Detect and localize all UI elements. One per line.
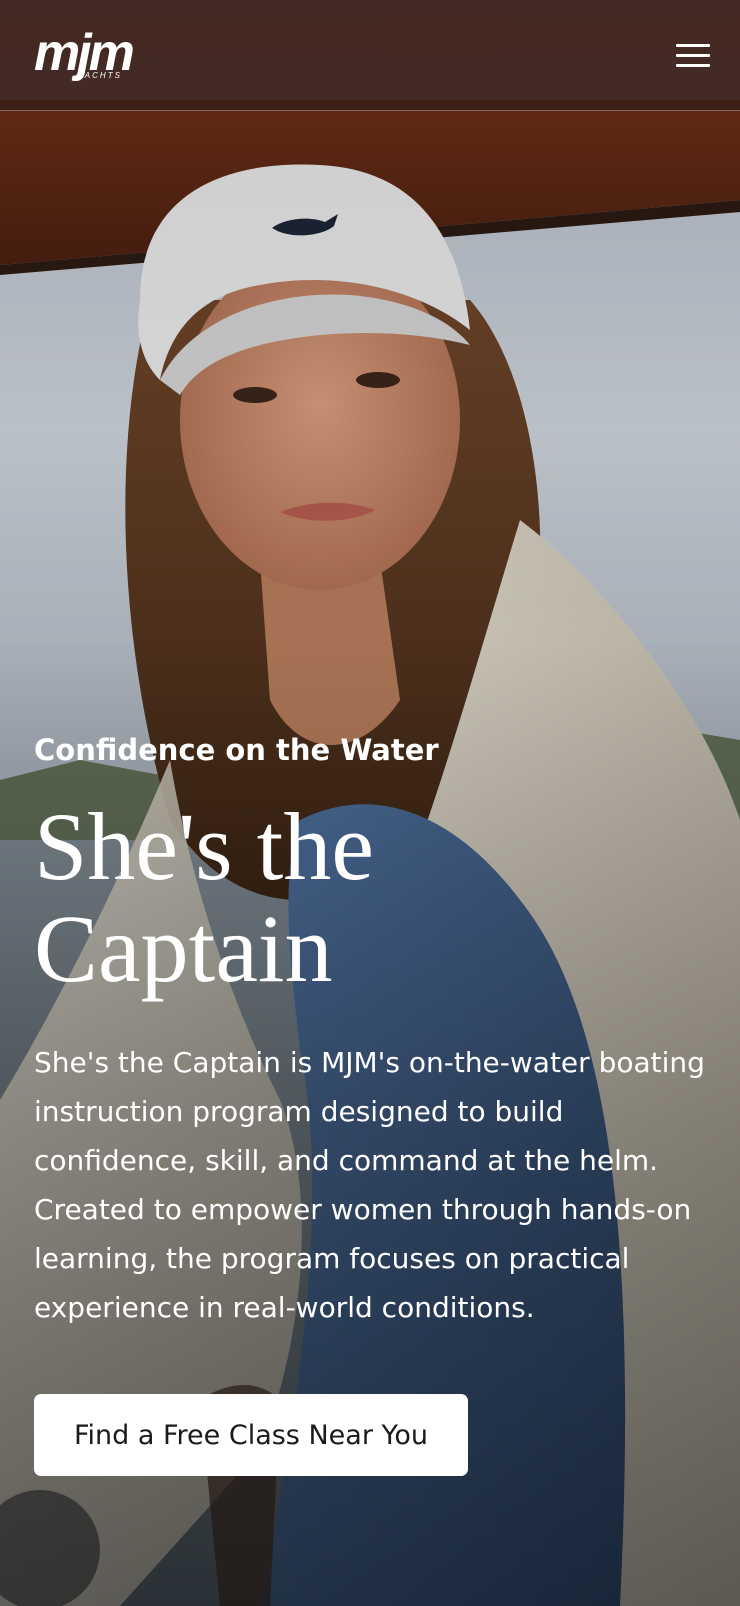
find-free-class-button[interactable]: Find a Free Class Near You: [34, 1394, 468, 1476]
logo-wordmark: mjm: [34, 23, 135, 82]
site-header: mjm YACHTS: [0, 0, 740, 111]
hero-eyebrow: Confidence on the Water: [34, 733, 439, 767]
hamburger-menu-icon[interactable]: [676, 41, 710, 69]
hero-title-line-2: Captain: [34, 895, 333, 1002]
menu-line: [676, 63, 710, 67]
hero-title-line-1: She's the: [34, 793, 374, 900]
mjm-yachts-logo[interactable]: mjm YACHTS: [34, 23, 135, 82]
menu-line: [676, 43, 710, 47]
hero-description: She's the Captain is MJM's on-the-water …: [34, 1046, 705, 1324]
hero-section: mjm YACHTS Confidence on the Water She's…: [0, 0, 740, 1606]
menu-line: [676, 53, 710, 57]
hero-title: She's the Captain: [34, 796, 714, 1000]
hero-content: Confidence on the Water She's the Captai…: [34, 730, 714, 1476]
logo-subtext: YACHTS: [77, 70, 122, 80]
